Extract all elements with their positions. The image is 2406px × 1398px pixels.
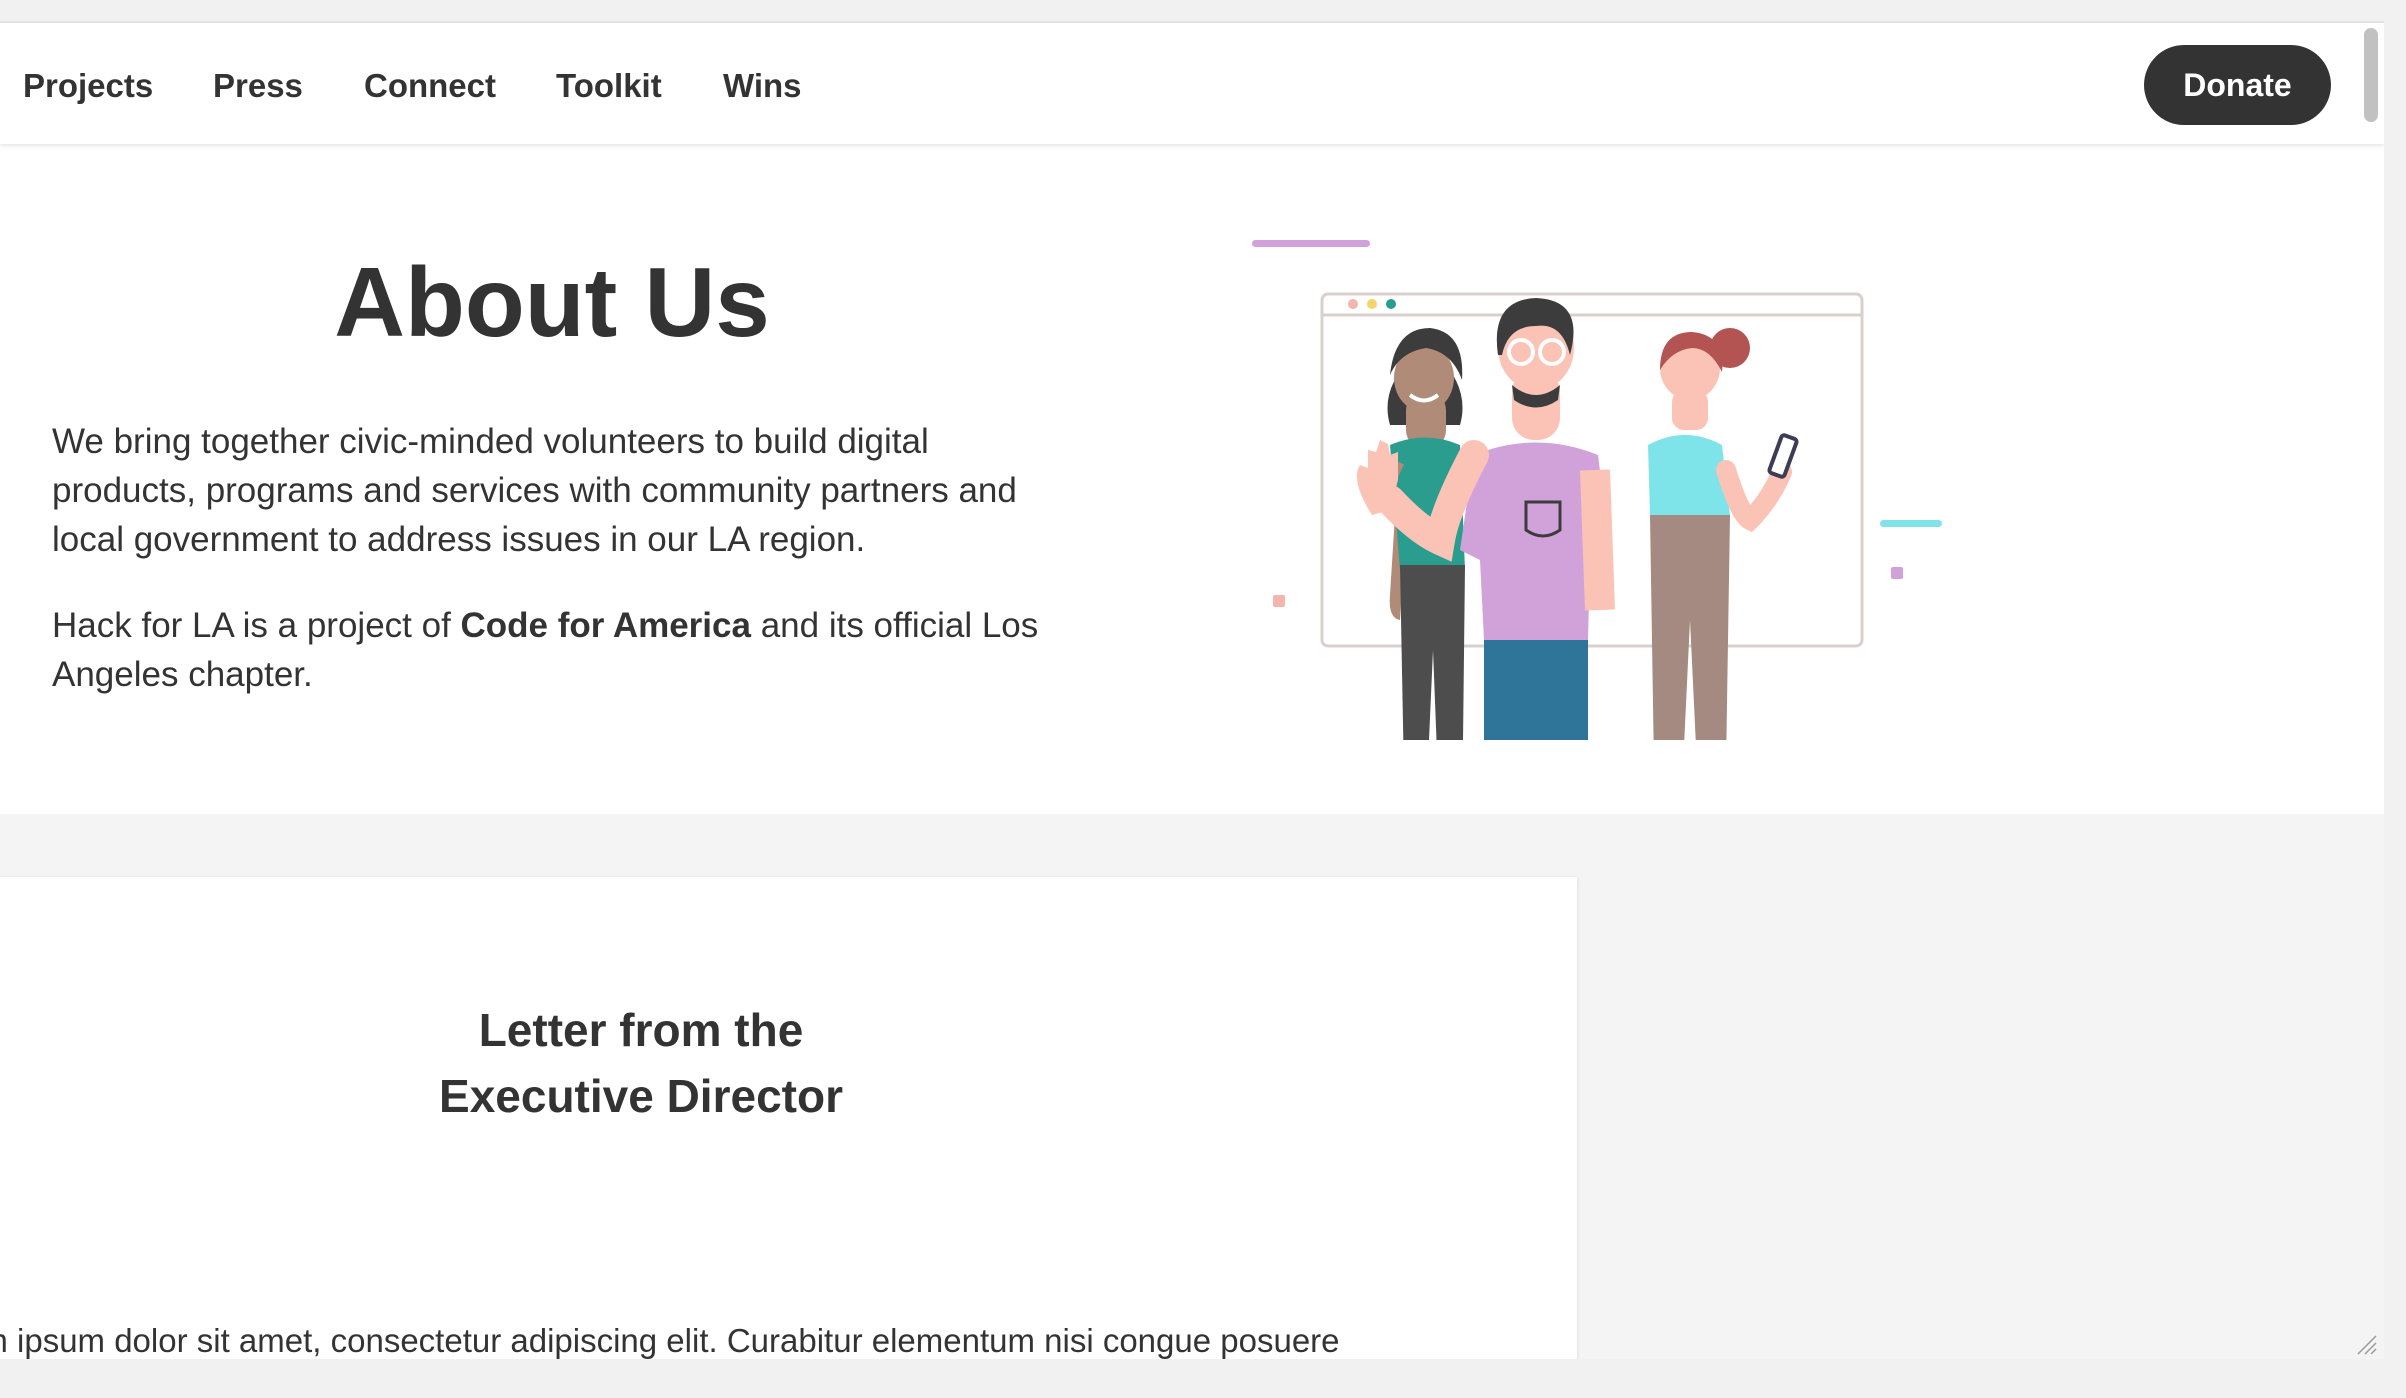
pink-accent-dot <box>1273 595 1285 607</box>
letter-body-text: em ipsum dolor sit amet, consectetur adi… <box>0 1322 1340 1359</box>
about-us-section: About Us We bring together civic-minded … <box>0 144 2384 814</box>
top-navigation-bar: Projects Press Connect Toolkit Wins Dona… <box>0 23 2384 144</box>
cyan-accent-line <box>1880 520 1942 527</box>
nav-link-press[interactable]: Press <box>213 67 303 105</box>
letter-title: Letter from the Executive Director <box>0 997 1282 1129</box>
nav-link-toolkit[interactable]: Toolkit <box>556 67 662 105</box>
purple-accent-line <box>1252 240 1370 247</box>
nav-link-wins[interactable]: Wins <box>723 67 802 105</box>
nav-link-projects[interactable]: Projects <box>23 67 153 105</box>
affiliation-prefix: Hack for LA is a project of <box>52 606 461 645</box>
three-volunteers-illustration <box>1252 240 1942 740</box>
letter-card: Letter from the Executive Director em ips… <box>0 877 1577 1359</box>
donate-button[interactable]: Donate <box>2144 45 2331 125</box>
resize-grip-icon[interactable] <box>2356 1334 2378 1356</box>
page-title: About Us <box>334 247 770 357</box>
letter-title-line2: Executive Director <box>439 1070 843 1122</box>
purple-accent-dot <box>1891 567 1903 579</box>
browser-viewport: Projects Press Connect Toolkit Wins Dona… <box>0 21 2384 1359</box>
about-affiliation: Hack for LA is a project of Code for Ame… <box>52 601 1072 699</box>
code-for-america-text: Code for America <box>460 606 751 645</box>
nav-link-connect[interactable]: Connect <box>364 67 496 105</box>
vertical-scrollbar-thumb[interactable] <box>2364 28 2378 122</box>
letter-section: Letter from the Executive Director em ips… <box>0 814 2384 1359</box>
about-description: We bring together civic-minded volunteer… <box>52 422 1017 559</box>
letter-title-line1: Letter from the <box>478 1004 804 1056</box>
